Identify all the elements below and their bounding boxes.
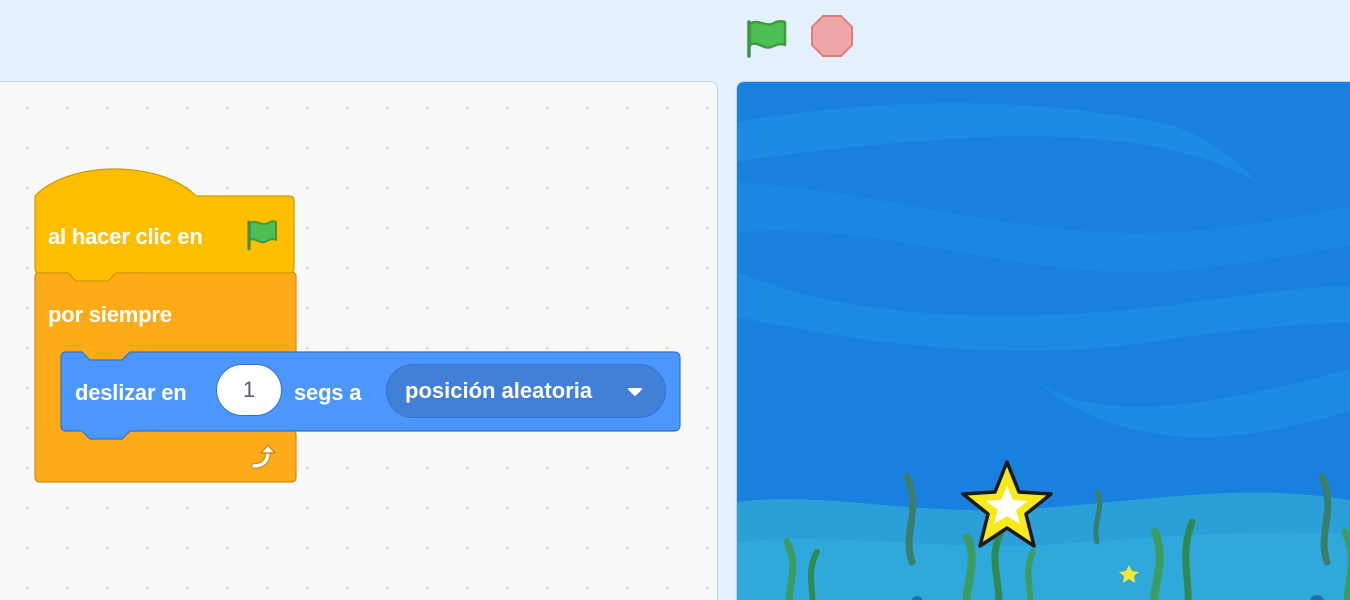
- glide-label-before: deslizar en: [75, 380, 187, 405]
- loop-arrow-icon: [251, 444, 276, 469]
- glide-label-after: segs a: [294, 380, 362, 405]
- seconds-input[interactable]: 1: [216, 364, 282, 416]
- target-dropdown[interactable]: posición aleatoria: [386, 364, 666, 418]
- stop-button[interactable]: [806, 12, 858, 60]
- green-flag-button[interactable]: [740, 12, 792, 60]
- green-flag-icon: [747, 20, 787, 58]
- target-dropdown-value: posición aleatoria: [405, 378, 593, 403]
- chevron-down-icon: [628, 388, 642, 396]
- hat-block-label: al hacer clic en: [48, 224, 203, 249]
- green-flag-icon: [247, 220, 277, 251]
- forever-block-label: por siempre: [48, 302, 172, 327]
- script-blocks-shapes: [34, 168, 681, 483]
- star-sprite[interactable]: [959, 458, 1055, 552]
- stage[interactable]: [736, 81, 1350, 600]
- stop-sign-icon: [811, 15, 853, 57]
